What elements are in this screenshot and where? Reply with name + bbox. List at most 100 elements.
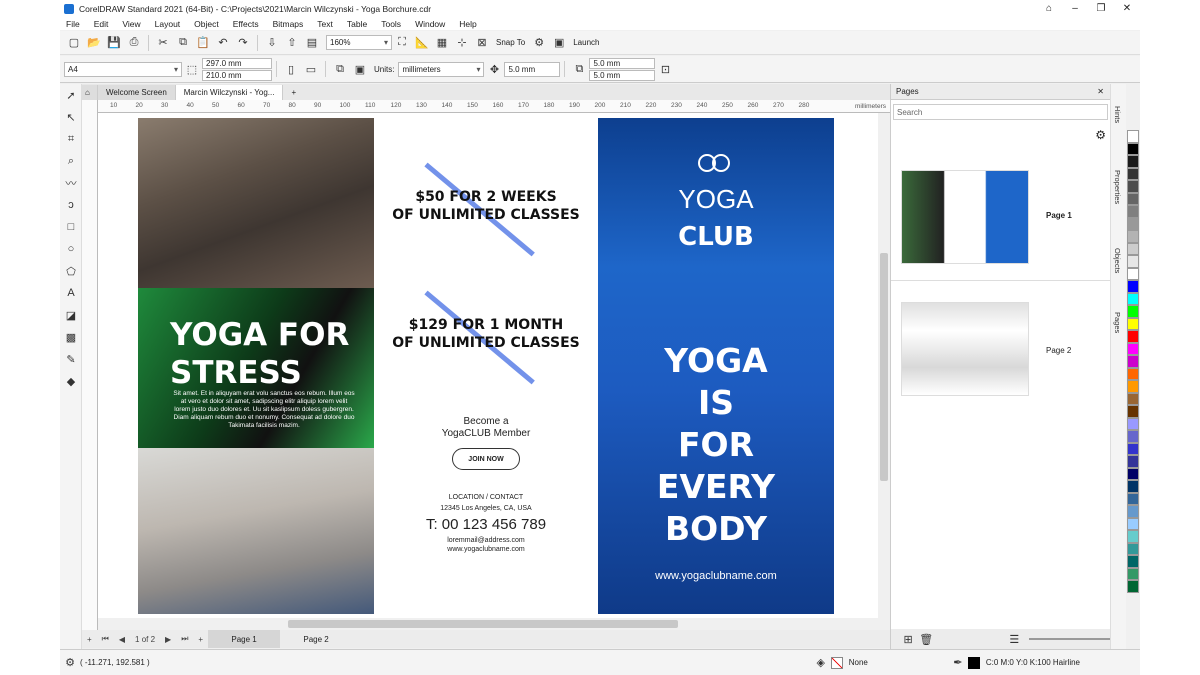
- text-tool-icon[interactable]: A: [60, 282, 82, 304]
- palette-swatch[interactable]: [1127, 392, 1139, 405]
- palette-swatch[interactable]: [1127, 192, 1139, 205]
- interactive-fill-icon[interactable]: ◆: [60, 370, 82, 392]
- menu-table[interactable]: Table: [347, 19, 367, 29]
- eyedropper-tool-icon[interactable]: ✎: [60, 348, 82, 370]
- palette-swatch[interactable]: [1127, 167, 1139, 180]
- artistic-media-icon[interactable]: ↄ: [60, 194, 82, 216]
- landscape-icon[interactable]: ▭: [301, 60, 321, 78]
- palette-swatch[interactable]: [1127, 355, 1139, 368]
- join-now-button[interactable]: JOIN NOW: [452, 448, 520, 470]
- palette-swatch[interactable]: [1127, 367, 1139, 380]
- menu-help[interactable]: Help: [459, 19, 476, 29]
- new-tab-icon[interactable]: +: [283, 85, 304, 100]
- pages-settings-gear-icon[interactable]: ⚙: [1095, 128, 1106, 142]
- horizontal-scroll-thumb[interactable]: [288, 620, 678, 628]
- zoom-tool-icon[interactable]: ⌕: [60, 150, 82, 172]
- delete-page-icon[interactable]: 🗑: [917, 630, 935, 648]
- add-page-before-icon[interactable]: +: [87, 635, 92, 644]
- pick-tool-icon[interactable]: ➚: [60, 84, 82, 106]
- palette-swatch[interactable]: [1127, 155, 1139, 168]
- freehand-tool-icon[interactable]: 〰: [60, 172, 82, 194]
- redo-icon[interactable]: ↷: [233, 34, 253, 52]
- add-page-icon[interactable]: ⊞: [899, 630, 917, 648]
- page-tab-1[interactable]: Page 1: [208, 630, 281, 648]
- palette-swatch[interactable]: [1127, 255, 1139, 268]
- save-icon[interactable]: 💾: [104, 34, 124, 52]
- group-yoga-photo[interactable]: [138, 448, 374, 614]
- duplicate-x-field[interactable]: 5.0 mm: [589, 57, 656, 69]
- ellipse-tool-icon[interactable]: ○: [60, 238, 82, 260]
- page-width-field[interactable]: 297.0 mm: [202, 57, 272, 69]
- tab-welcome-screen[interactable]: Welcome Screen: [98, 85, 176, 100]
- yoga-for-stress-block[interactable]: YOGA FOR STRESS Sit amet. Et in aliquyam …: [138, 288, 374, 448]
- page-1-thumbnail[interactable]: [901, 170, 1029, 264]
- home-icon[interactable]: ⌂: [82, 85, 98, 100]
- palette-swatch[interactable]: [1127, 455, 1139, 468]
- menu-view[interactable]: View: [122, 19, 140, 29]
- restore-button[interactable]: ❐: [1088, 0, 1114, 17]
- launch-icon[interactable]: ▣: [549, 34, 569, 52]
- status-gear-icon[interactable]: ⚙: [60, 654, 80, 672]
- palette-swatch[interactable]: [1127, 130, 1139, 143]
- palette-swatch[interactable]: [1127, 530, 1139, 543]
- print-icon[interactable]: ⎙: [124, 34, 144, 52]
- pdf-icon[interactable]: ▤: [302, 34, 322, 52]
- palette-swatch[interactable]: [1127, 417, 1139, 430]
- units-dropdown[interactable]: millimeters: [398, 61, 485, 77]
- current-page-icon[interactable]: ▣: [350, 60, 370, 78]
- palette-swatch[interactable]: [1127, 142, 1139, 155]
- transparency-tool-icon[interactable]: ▩: [60, 326, 82, 348]
- pin-icon[interactable]: ⌂: [1036, 0, 1062, 17]
- palette-swatch[interactable]: [1127, 317, 1139, 330]
- view-mode-icon[interactable]: ☰: [1005, 630, 1023, 648]
- panel-close-icon[interactable]: ✕: [1097, 87, 1104, 96]
- tab-document[interactable]: Marcin Wilczynski - Yog...: [175, 85, 284, 100]
- all-pages-icon[interactable]: ⧉: [330, 60, 350, 78]
- menu-bitmaps[interactable]: Bitmaps: [273, 19, 304, 29]
- first-page-icon[interactable]: ⏮: [102, 634, 109, 644]
- rectangle-tool-icon[interactable]: □: [60, 216, 82, 238]
- shadow-tool-icon[interactable]: ◪: [60, 304, 82, 326]
- close-button[interactable]: ✕: [1114, 0, 1140, 17]
- pages-search-input[interactable]: Search: [893, 104, 1108, 120]
- menu-layout[interactable]: Layout: [155, 19, 181, 29]
- open-icon[interactable]: 📂: [84, 34, 104, 52]
- menu-effects[interactable]: Effects: [233, 19, 259, 29]
- shape-tool-icon[interactable]: ↖: [60, 106, 82, 128]
- objects-tab[interactable]: Objects: [1113, 248, 1122, 273]
- palette-swatch[interactable]: [1127, 180, 1139, 193]
- palette-swatch[interactable]: [1127, 242, 1139, 255]
- palette-swatch[interactable]: [1127, 442, 1139, 455]
- last-page-icon[interactable]: ⏭: [181, 634, 188, 644]
- fill-indicator-icon[interactable]: ◈: [811, 654, 831, 672]
- next-page-icon[interactable]: ▶: [165, 635, 171, 644]
- full-screen-icon[interactable]: ⛶: [392, 34, 412, 52]
- pages-tab[interactable]: Pages: [1113, 312, 1122, 333]
- paper-size-dropdown[interactable]: A4: [64, 61, 182, 77]
- show-guidelines-icon[interactable]: ⊹: [452, 34, 472, 52]
- launch-dropdown[interactable]: Launch: [573, 38, 599, 47]
- menu-object[interactable]: Object: [194, 19, 219, 29]
- show-grid-icon[interactable]: ▦: [432, 34, 452, 52]
- import-icon[interactable]: ⇩: [262, 34, 282, 52]
- bleed-toggle-icon[interactable]: ⊡: [655, 60, 675, 78]
- alignment-guides-icon[interactable]: ⊠: [472, 34, 492, 52]
- cut-icon[interactable]: ✂: [153, 34, 173, 52]
- palette-swatch[interactable]: [1127, 217, 1139, 230]
- brochure-left-panel[interactable]: YOGA FOR STRESS Sit amet. Et in aliquyam …: [138, 118, 374, 614]
- palette-swatch[interactable]: [1127, 280, 1139, 293]
- palette-swatch[interactable]: [1127, 267, 1139, 280]
- paste-icon[interactable]: 📋: [193, 34, 213, 52]
- minimize-button[interactable]: –: [1062, 0, 1088, 17]
- page-height-field[interactable]: 210.0 mm: [202, 69, 272, 81]
- prev-page-icon[interactable]: ◀: [119, 635, 125, 644]
- palette-swatch[interactable]: [1127, 305, 1139, 318]
- undo-icon[interactable]: ↶: [213, 34, 233, 52]
- drawing-canvas[interactable]: YOGA FOR STRESS Sit amet. Et in aliquyam …: [98, 113, 878, 618]
- horizontal-scrollbar[interactable]: [98, 618, 878, 630]
- yoga-class-photo[interactable]: [138, 118, 374, 288]
- options-gear-icon[interactable]: ⚙: [529, 34, 549, 52]
- palette-swatch[interactable]: [1127, 467, 1139, 480]
- crop-tool-icon[interactable]: ⌗: [60, 128, 82, 150]
- copy-icon[interactable]: ⧉: [173, 34, 193, 52]
